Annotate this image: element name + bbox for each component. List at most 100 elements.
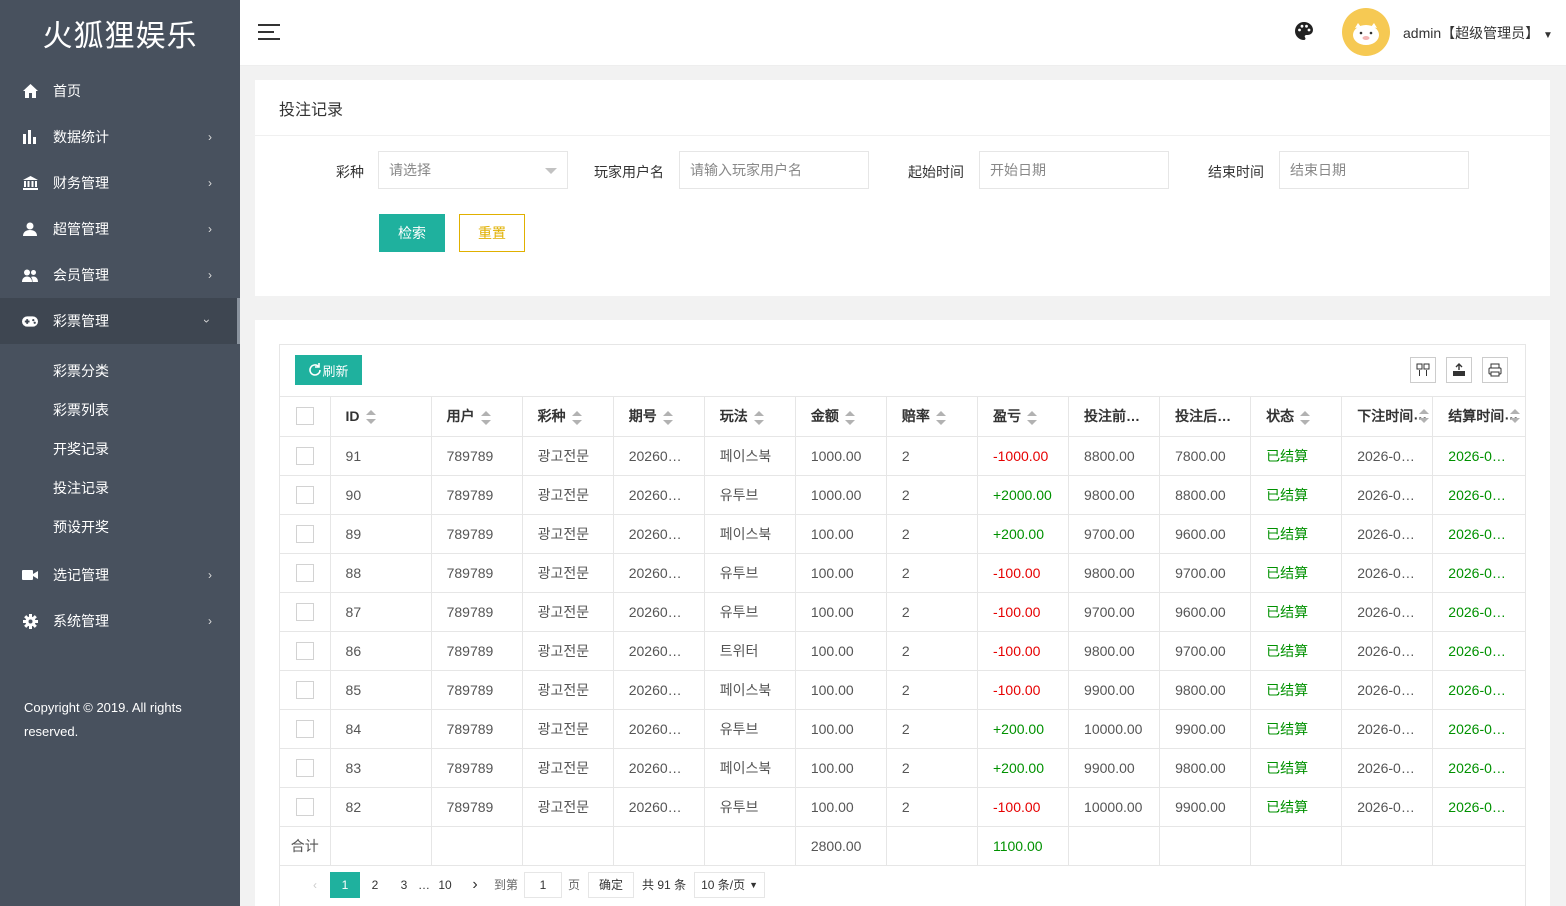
column-header-period[interactable]: 期号 xyxy=(613,397,705,437)
cell-after: 9900.00 xyxy=(1159,787,1252,827)
page-title: 投注记录 xyxy=(255,80,1550,136)
columns-filter-icon[interactable] xyxy=(1410,357,1436,383)
prev-page-icon[interactable]: ‹ xyxy=(300,872,330,898)
column-header-play[interactable]: 玩法 xyxy=(704,397,796,437)
sort-icon[interactable] xyxy=(1300,410,1311,425)
page-2[interactable]: 2 xyxy=(360,872,390,898)
lottery-select[interactable]: 请选择 xyxy=(378,151,568,189)
row-checkbox[interactable] xyxy=(280,748,331,788)
submenu-item-preset[interactable]: 预设开奖 xyxy=(0,507,240,546)
select-all-checkbox[interactable] xyxy=(280,397,331,437)
sidebar-item-system[interactable]: 系统管理 › xyxy=(0,598,240,644)
user-menu[interactable]: admin【超级管理员】 ▼ xyxy=(1403,23,1553,43)
submenu-item-draws[interactable]: 开奖记录 xyxy=(0,429,240,468)
row-checkbox[interactable] xyxy=(280,787,331,827)
palette-icon[interactable] xyxy=(1295,22,1315,42)
table-row: 88789789광고전문202605310001유투브100.002-100.0… xyxy=(280,553,1526,593)
cell-before: 8800.00 xyxy=(1068,436,1161,476)
sort-icon[interactable] xyxy=(753,410,764,425)
cell-odds: 2 xyxy=(886,514,978,554)
cell-period: 202605310001 xyxy=(613,592,705,632)
column-header-settle-time[interactable]: 结算时间 xyxy=(1432,397,1526,437)
cell-after: 9800.00 xyxy=(1159,670,1252,710)
cell-lottery: 광고전문 xyxy=(522,631,614,671)
page-3[interactable]: 3 xyxy=(390,872,418,898)
column-header-profit[interactable]: 盈亏 xyxy=(977,397,1070,437)
submenu-item-list[interactable]: 彩票列表 xyxy=(0,390,240,429)
row-checkbox[interactable] xyxy=(280,553,331,593)
cell-user: 789789 xyxy=(431,436,523,476)
table-row: 82789789광고전문202605310001유투브100.002-100.0… xyxy=(280,787,1526,827)
start-date-input[interactable]: 开始日期 xyxy=(979,151,1169,189)
cell-amount: 100.00 xyxy=(795,670,887,710)
cell-odds: 2 xyxy=(886,709,978,749)
submenu-item-categories[interactable]: 彩票分类 xyxy=(0,351,240,390)
sidebar-item-label: 彩票管理 xyxy=(53,313,109,329)
sidebar-item-home[interactable]: 首页 xyxy=(0,68,240,114)
table-toolbar: 刷新 xyxy=(280,345,1525,397)
page-1[interactable]: 1 xyxy=(330,871,360,898)
cell-user: 789789 xyxy=(431,670,523,710)
player-input[interactable]: 请输入玩家用户名 xyxy=(679,151,869,189)
reset-button[interactable]: 重置 xyxy=(459,214,525,252)
row-checkbox[interactable] xyxy=(280,475,331,515)
sort-icon[interactable] xyxy=(935,410,946,425)
row-checkbox[interactable] xyxy=(280,592,331,632)
end-date-placeholder: 结束日期 xyxy=(1290,162,1346,178)
lottery-select-placeholder: 请选择 xyxy=(389,162,431,178)
menu-toggle-icon[interactable] xyxy=(258,24,280,42)
column-header-before[interactable]: 投注前金额 xyxy=(1068,397,1161,437)
column-header-odds[interactable]: 赔率 xyxy=(886,397,978,437)
export-icon[interactable] xyxy=(1446,357,1472,383)
end-date-input[interactable]: 结束日期 xyxy=(1279,151,1469,189)
avatar[interactable] xyxy=(1342,8,1390,56)
cell-period: 202606010001 xyxy=(613,436,705,476)
sidebar-item-lottery[interactable]: 彩票管理 › xyxy=(0,298,240,344)
search-button[interactable]: 检索 xyxy=(379,214,445,252)
submenu-item-bets[interactable]: 投注记录 xyxy=(0,468,240,507)
cell-period: 202605310001 xyxy=(613,553,705,593)
sidebar-item-stats[interactable]: 数据统计 › xyxy=(0,114,240,160)
sort-icon[interactable] xyxy=(844,410,855,425)
row-checkbox[interactable] xyxy=(280,709,331,749)
column-header-amount[interactable]: 金额 xyxy=(795,397,887,437)
sort-icon[interactable] xyxy=(480,410,491,425)
gamepad-icon xyxy=(22,313,38,329)
goto-page-input[interactable]: 1 xyxy=(524,871,563,898)
bar-chart-icon xyxy=(22,129,38,145)
cell-odds: 2 xyxy=(886,592,978,632)
row-checkbox[interactable] xyxy=(280,436,331,476)
refresh-button[interactable]: 刷新 xyxy=(295,355,362,385)
cell-play: 트위터 xyxy=(704,631,796,671)
refresh-icon xyxy=(309,363,322,376)
table-row: 83789789광고전문202605310001페이스북100.002+200.… xyxy=(280,748,1526,788)
caret-down-icon: ▼ xyxy=(749,879,759,890)
column-header-lottery[interactable]: 彩种 xyxy=(522,397,614,437)
sidebar-item-members[interactable]: 会员管理 › xyxy=(0,252,240,298)
sidebar-item-finance[interactable]: 财务管理 › xyxy=(0,160,240,206)
copyright: Copyright © 2019. All rights reserved. xyxy=(24,700,182,739)
column-header-id[interactable]: ID xyxy=(330,397,432,437)
next-page-icon[interactable]: › xyxy=(460,872,490,898)
column-header-user[interactable]: 用户 xyxy=(431,397,523,437)
cell-settle-time: 2026-05-31 xyxy=(1432,514,1526,554)
print-icon[interactable] xyxy=(1482,357,1508,383)
sort-icon[interactable] xyxy=(571,410,582,425)
row-checkbox[interactable] xyxy=(280,670,331,710)
sort-icon[interactable] xyxy=(662,410,673,425)
column-header-bet-time[interactable]: 下注时间 xyxy=(1341,397,1434,437)
column-header-after[interactable]: 投注后金额 xyxy=(1159,397,1252,437)
sidebar-item-admin[interactable]: 超管管理 › xyxy=(0,206,240,252)
cell-id: 88 xyxy=(330,553,432,593)
row-checkbox[interactable] xyxy=(280,631,331,671)
sort-icon[interactable] xyxy=(1026,410,1037,425)
row-checkbox[interactable] xyxy=(280,514,331,554)
column-header-status[interactable]: 状态 xyxy=(1250,397,1343,437)
page-10[interactable]: 10 xyxy=(430,872,460,898)
sidebar-item-records[interactable]: 选记管理 › xyxy=(0,552,240,598)
chevron-right-icon: › xyxy=(208,176,212,190)
goto-confirm-button[interactable]: 确定 xyxy=(588,871,635,898)
per-page-select[interactable]: 10 条/页 ▼ xyxy=(694,871,766,898)
cell-before: 9700.00 xyxy=(1068,592,1161,632)
sort-icon[interactable] xyxy=(365,410,376,425)
